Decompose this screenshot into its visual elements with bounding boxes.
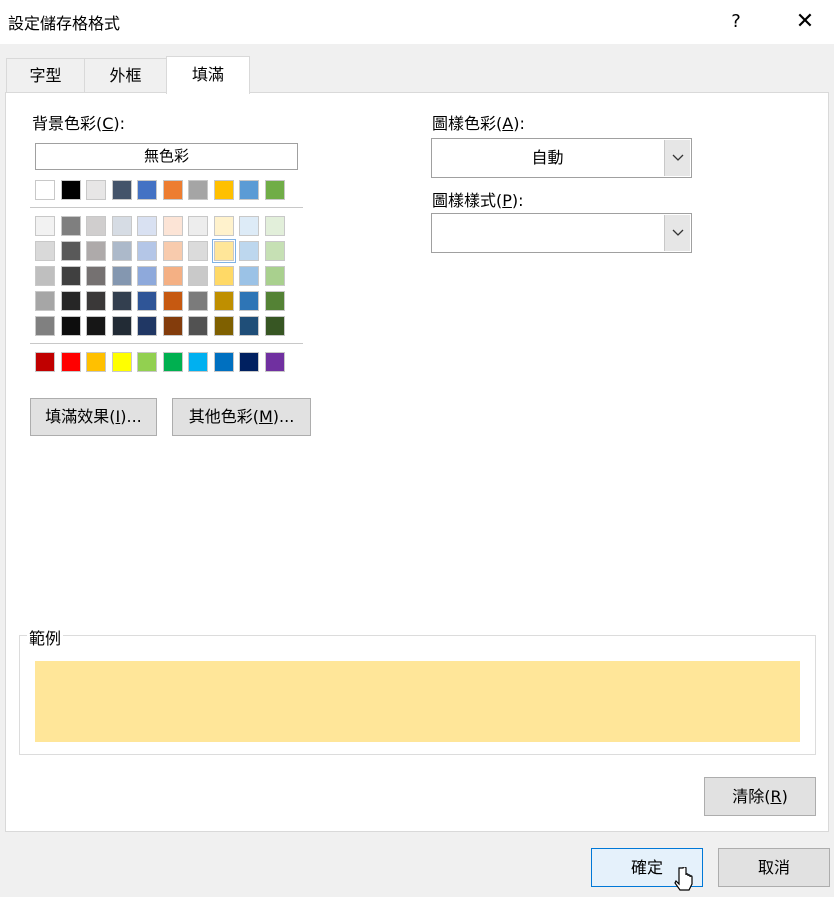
standard-color-swatch[interactable] — [86, 352, 106, 372]
shade-color-swatch[interactable] — [35, 216, 55, 236]
shade-color-swatch[interactable] — [35, 291, 55, 311]
chevron-down-icon[interactable] — [664, 140, 690, 176]
shade-color-swatch[interactable] — [61, 291, 81, 311]
shade-color-swatch[interactable] — [188, 241, 208, 261]
pattern-style-dropdown[interactable] — [431, 213, 692, 253]
fill-effects-button[interactable]: 填滿效果(I)... — [30, 398, 157, 436]
shade-color-swatch[interactable] — [86, 316, 106, 336]
shade-color-swatch[interactable] — [188, 266, 208, 286]
theme-color-swatch[interactable] — [188, 180, 208, 200]
standard-color-swatch[interactable] — [188, 352, 208, 372]
shade-color-swatch[interactable] — [137, 316, 157, 336]
background-color-label: 背景色彩(C): — [32, 114, 126, 133]
shade-color-swatch[interactable] — [86, 291, 106, 311]
shade-color-swatch[interactable] — [265, 241, 285, 261]
theme-color-swatch[interactable] — [265, 180, 285, 200]
shade-color-swatch[interactable] — [137, 291, 157, 311]
cancel-button[interactable]: 取消 — [718, 848, 830, 887]
theme-color-swatch[interactable] — [86, 180, 106, 200]
shade-color-swatch[interactable] — [163, 266, 183, 286]
shade-color-swatch[interactable] — [214, 266, 234, 286]
shade-color-swatch[interactable] — [61, 216, 81, 236]
help-button[interactable]: ? — [722, 8, 750, 36]
shade-color-swatch[interactable] — [61, 266, 81, 286]
shade-color-swatch[interactable] — [61, 241, 81, 261]
shade-color-swatch[interactable] — [112, 266, 132, 286]
standard-color-swatch[interactable] — [239, 352, 259, 372]
pattern-style-value — [432, 214, 663, 252]
shade-color-swatch[interactable] — [137, 266, 157, 286]
shade-color-swatch[interactable] — [35, 266, 55, 286]
pattern-color-label: 圖樣色彩(A): — [432, 114, 525, 133]
shade-color-swatch[interactable] — [212, 239, 236, 263]
shade-color-swatch[interactable] — [188, 216, 208, 236]
chevron-down-icon[interactable] — [664, 215, 690, 251]
more-colors-button[interactable]: 其他色彩(M)... — [172, 398, 311, 436]
close-button[interactable]: ✕ — [790, 8, 820, 36]
palette-divider — [30, 343, 303, 344]
theme-color-swatch[interactable] — [35, 180, 55, 200]
theme-color-swatch[interactable] — [137, 180, 157, 200]
shade-color-swatch[interactable] — [265, 216, 285, 236]
standard-color-swatch[interactable] — [214, 352, 234, 372]
shade-color-swatch[interactable] — [112, 291, 132, 311]
dialog-title: 設定儲存格格式 — [8, 14, 121, 33]
shade-color-swatch[interactable] — [137, 216, 157, 236]
shade-color-swatch[interactable] — [61, 316, 81, 336]
shade-color-swatch[interactable] — [163, 316, 183, 336]
shade-color-swatch[interactable] — [112, 316, 132, 336]
theme-color-swatch[interactable] — [61, 180, 81, 200]
shade-color-swatch[interactable] — [188, 316, 208, 336]
standard-color-swatch[interactable] — [163, 352, 183, 372]
theme-color-swatch[interactable] — [163, 180, 183, 200]
sample-legend: 範例 — [27, 625, 64, 649]
shade-color-swatch[interactable] — [239, 291, 259, 311]
shade-color-swatch[interactable] — [86, 241, 106, 261]
tab-font[interactable]: 字型 — [6, 58, 85, 93]
standard-color-swatch[interactable] — [112, 352, 132, 372]
shade-color-swatch[interactable] — [214, 291, 234, 311]
theme-color-swatch[interactable] — [112, 180, 132, 200]
shade-color-swatch[interactable] — [265, 266, 285, 286]
shade-color-swatch[interactable] — [35, 316, 55, 336]
shade-color-swatch[interactable] — [86, 216, 106, 236]
shade-color-swatch[interactable] — [265, 291, 285, 311]
shade-color-swatch[interactable] — [112, 216, 132, 236]
shade-color-swatch[interactable] — [239, 266, 259, 286]
shade-color-swatch[interactable] — [163, 241, 183, 261]
sample-preview — [35, 661, 800, 742]
pattern-color-value: 自動 — [531, 148, 564, 167]
theme-color-swatch[interactable] — [214, 180, 234, 200]
tab-fill[interactable]: 填滿 — [166, 56, 250, 94]
standard-color-swatch[interactable] — [35, 352, 55, 372]
shade-color-swatch[interactable] — [239, 241, 259, 261]
shade-color-swatch[interactable] — [137, 241, 157, 261]
standard-color-swatch[interactable] — [137, 352, 157, 372]
pattern-style-label: 圖樣樣式(P): — [432, 191, 524, 210]
clear-button[interactable]: 清除(R) — [704, 777, 816, 816]
theme-color-swatch[interactable] — [239, 180, 259, 200]
shade-color-swatch[interactable] — [239, 216, 259, 236]
pattern-color-dropdown[interactable]: 自動 — [431, 138, 692, 178]
shade-color-swatch[interactable] — [112, 241, 132, 261]
shade-color-swatch[interactable] — [163, 291, 183, 311]
shade-color-swatch[interactable] — [214, 316, 234, 336]
palette-divider — [30, 207, 303, 208]
shade-color-swatch[interactable] — [265, 316, 285, 336]
standard-color-swatch[interactable] — [265, 352, 285, 372]
shade-color-swatch[interactable] — [214, 216, 234, 236]
standard-color-swatch[interactable] — [61, 352, 81, 372]
title-bar: 設定儲存格格式 ? ✕ — [0, 0, 834, 44]
tab-border[interactable]: 外框 — [84, 58, 167, 93]
shade-color-swatch[interactable] — [86, 266, 106, 286]
shade-color-swatch[interactable] — [163, 216, 183, 236]
mouse-cursor-icon — [674, 867, 693, 891]
no-color-button[interactable]: 無色彩 — [35, 143, 298, 170]
shade-color-swatch[interactable] — [239, 316, 259, 336]
shade-color-swatch[interactable] — [35, 241, 55, 261]
shade-color-swatch[interactable] — [188, 291, 208, 311]
